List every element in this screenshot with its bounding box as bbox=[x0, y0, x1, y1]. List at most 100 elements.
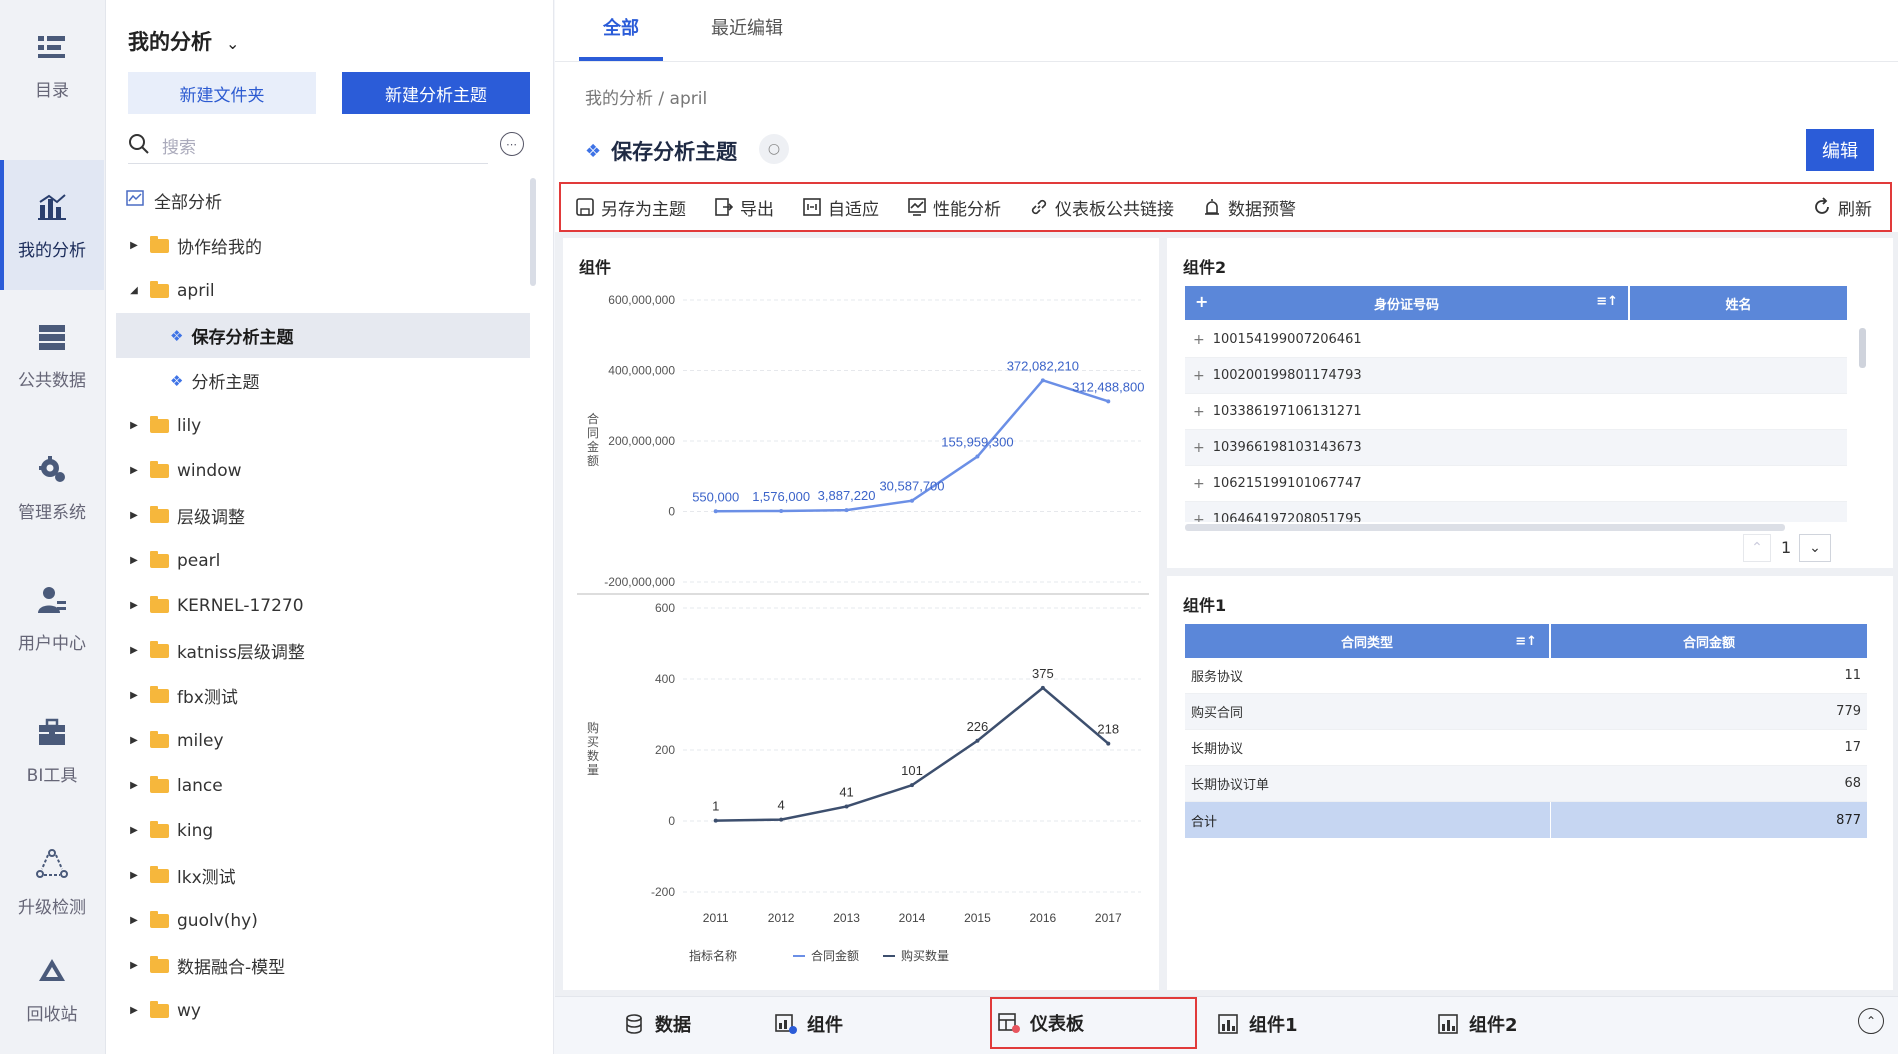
caret-right-icon[interactable]: ▶ bbox=[126, 1005, 142, 1016]
tree-item-folder[interactable]: ▶ miley bbox=[116, 718, 530, 763]
caret-right-icon[interactable]: ▶ bbox=[126, 465, 142, 476]
expand-row-icon[interactable]: + bbox=[1193, 332, 1205, 348]
new-analysis-topic-button[interactable]: 新建分析主题 bbox=[342, 72, 530, 114]
nav-label: 我的分析 bbox=[18, 240, 86, 261]
tree-item-folder[interactable]: ▶ 数据融合-模型 bbox=[116, 943, 530, 988]
expand-all-icon[interactable]: + bbox=[1195, 292, 1208, 311]
nav-item-manage-system[interactable]: 管理系统 bbox=[0, 422, 104, 552]
table-row[interactable]: 长期协议订单 68 bbox=[1185, 766, 1867, 802]
tree-item-folder[interactable]: ▶ katniss层级调整 bbox=[116, 628, 530, 673]
tree-item-folder[interactable]: ▶ KERNEL-17270 bbox=[116, 583, 530, 628]
nav-item-user-center[interactable]: 用户中心 bbox=[0, 553, 104, 683]
tree-title[interactable]: 我的分析 ⌄ bbox=[128, 26, 239, 56]
bottom-tab-component1[interactable]: 组件1 bbox=[1217, 997, 1298, 1051]
collaborator-icon[interactable]: ○ bbox=[759, 134, 789, 164]
breadcrumb[interactable]: 我的分析 / april bbox=[585, 84, 707, 109]
expand-row-icon[interactable]: + bbox=[1193, 476, 1205, 492]
bottom-tab-dashboard[interactable]: 仪表板 bbox=[990, 997, 1197, 1049]
chevron-down-icon: ⌄ bbox=[226, 34, 240, 53]
bottom-tab-component2[interactable]: 组件2 bbox=[1437, 997, 1518, 1051]
tree-item-folder[interactable]: ▶ lkx测试 bbox=[116, 853, 530, 898]
table-panel-component2[interactable]: 组件2 + 身份证号码 ≡↑ 姓名 +100154199007206461 +1002… bbox=[1167, 238, 1893, 568]
data-label: 101 bbox=[901, 763, 923, 778]
caret-right-icon[interactable]: ▶ bbox=[126, 735, 142, 746]
tree-item-save-analysis-topic[interactable]: ❖ 保存分析主题 bbox=[116, 313, 530, 358]
tree-item-all-analysis[interactable]: 全部分析 bbox=[116, 178, 530, 223]
table-row[interactable]: +103966198103143673 bbox=[1185, 430, 1847, 466]
tree-item-folder[interactable]: ▶ pearl bbox=[116, 538, 530, 583]
nav-item-catalog[interactable]: 目录 bbox=[0, 0, 104, 130]
tree-item-shared-with-me[interactable]: ▶ 协作给我的 bbox=[116, 223, 530, 268]
caret-right-icon[interactable]: ▶ bbox=[126, 240, 142, 251]
collapse-up-icon[interactable]: ⌃ bbox=[1858, 1008, 1884, 1034]
sort-icon[interactable]: ≡↑ bbox=[1515, 634, 1537, 649]
chart-panel-component[interactable]: 组件 -200,000,000 0 200,000,000 400,000,000 60… bbox=[563, 238, 1159, 990]
tree-item-folder[interactable]: ▶ fbx测试 bbox=[116, 673, 530, 718]
tree-item-folder[interactable]: ▶ 层级调整 bbox=[116, 493, 530, 538]
caret-right-icon[interactable]: ▶ bbox=[126, 960, 142, 971]
tree-scrollbar[interactable] bbox=[530, 178, 536, 286]
caret-right-icon[interactable]: ▶ bbox=[126, 645, 142, 656]
table-row[interactable]: +103386197106131271 bbox=[1185, 394, 1847, 430]
tree-item-folder[interactable]: ▶ wy bbox=[116, 988, 530, 1033]
page-up-button[interactable]: ⌃ bbox=[1743, 534, 1771, 562]
table-row[interactable]: +106464197208051795 bbox=[1185, 502, 1847, 522]
tree-item-analysis-topic[interactable]: ❖ 分析主题 bbox=[116, 358, 530, 403]
data-alert-button[interactable]: 数据预警 bbox=[1202, 195, 1296, 220]
tab-all[interactable]: 全部 bbox=[603, 14, 639, 40]
caret-right-icon[interactable]: ▶ bbox=[126, 825, 142, 836]
caret-down-icon[interactable]: ◢ bbox=[126, 285, 142, 296]
caret-right-icon[interactable]: ▶ bbox=[126, 600, 142, 611]
table-row[interactable]: 购买合同 779 bbox=[1185, 694, 1867, 730]
tab-recent-edit[interactable]: 最近编辑 bbox=[711, 14, 783, 40]
bottom-tab-component[interactable]: 组件 bbox=[775, 997, 843, 1051]
edit-button[interactable]: 编辑 bbox=[1806, 129, 1874, 171]
expand-row-icon[interactable]: + bbox=[1193, 440, 1205, 456]
nav-item-public-data[interactable]: 公共数据 bbox=[0, 290, 104, 420]
caret-right-icon[interactable]: ▶ bbox=[126, 915, 142, 926]
table-row[interactable]: 服务协议 11 bbox=[1185, 658, 1867, 694]
caret-right-icon[interactable]: ▶ bbox=[126, 420, 142, 431]
tree-item-folder[interactable]: ▶ lily bbox=[116, 403, 530, 448]
expand-row-icon[interactable]: + bbox=[1193, 512, 1205, 523]
table-panel-component1[interactable]: 组件1 合同类型 ≡↑ 合同金额 服务协议 11 购买合同 779 长期协议 17 长期协议订… bbox=[1167, 576, 1893, 990]
more-options-icon[interactable]: ⋯ bbox=[500, 132, 524, 156]
table-row[interactable]: +106215199101067747 bbox=[1185, 466, 1847, 502]
table2-scrollbar[interactable] bbox=[1859, 328, 1866, 368]
adaptive-button[interactable]: 自适应 bbox=[802, 195, 879, 220]
bottom-tab-data[interactable]: 数据 bbox=[623, 997, 691, 1051]
sort-icon[interactable]: ≡↑ bbox=[1596, 294, 1618, 309]
page-down-button[interactable]: ⌄ bbox=[1799, 534, 1831, 562]
caret-right-icon[interactable]: ▶ bbox=[126, 555, 142, 566]
save-as-topic-button[interactable]: 另存为主题 bbox=[575, 195, 686, 220]
tree-item-folder[interactable]: ▶ window bbox=[116, 448, 530, 493]
expand-row-icon[interactable]: + bbox=[1193, 404, 1205, 420]
caret-right-icon[interactable]: ▶ bbox=[126, 780, 142, 791]
refresh-button[interactable]: 刷新 bbox=[1812, 195, 1872, 220]
contract-amount-header[interactable]: 合同金额 bbox=[1551, 624, 1867, 658]
contract-type-header[interactable]: 合同类型 ≡↑ bbox=[1185, 624, 1551, 658]
tree-item-folder[interactable]: ▶ lance bbox=[116, 763, 530, 808]
nav-item-bi-tools[interactable]: BI工具 bbox=[0, 685, 104, 815]
table-row[interactable]: 长期协议 17 bbox=[1185, 730, 1867, 766]
caret-right-icon[interactable]: ▶ bbox=[126, 510, 142, 521]
caret-right-icon[interactable]: ▶ bbox=[126, 690, 142, 701]
caret-right-icon[interactable]: ▶ bbox=[126, 870, 142, 881]
data-label: 375 bbox=[1032, 666, 1054, 681]
tree-item-folder[interactable]: ▶ king bbox=[116, 808, 530, 853]
export-button[interactable]: 导出 bbox=[714, 195, 774, 220]
nav-item-my-analysis[interactable]: 我的分析 bbox=[0, 160, 104, 290]
expand-row-icon[interactable]: + bbox=[1193, 368, 1205, 384]
search-input[interactable]: 搜索 bbox=[128, 128, 488, 164]
tree-item-april[interactable]: ◢ april bbox=[116, 268, 530, 313]
id-column-header[interactable]: + 身份证号码 ≡↑ bbox=[1185, 286, 1630, 320]
new-folder-button[interactable]: 新建文件夹 bbox=[128, 72, 316, 114]
performance-analysis-button[interactable]: 性能分析 bbox=[907, 195, 1001, 220]
table-row[interactable]: +100154199007206461 bbox=[1185, 322, 1847, 358]
public-link-button[interactable]: 仪表板公共链接 bbox=[1029, 195, 1174, 220]
table2-h-scrollbar[interactable] bbox=[1185, 524, 1785, 531]
nav-item-recycle-bin[interactable]: 回收站 bbox=[0, 924, 104, 1054]
name-column-header[interactable]: 姓名 bbox=[1629, 286, 1847, 320]
table-row[interactable]: +100200199801174793 bbox=[1185, 358, 1847, 394]
tree-item-folder[interactable]: ▶ guolv(hy) bbox=[116, 898, 530, 943]
